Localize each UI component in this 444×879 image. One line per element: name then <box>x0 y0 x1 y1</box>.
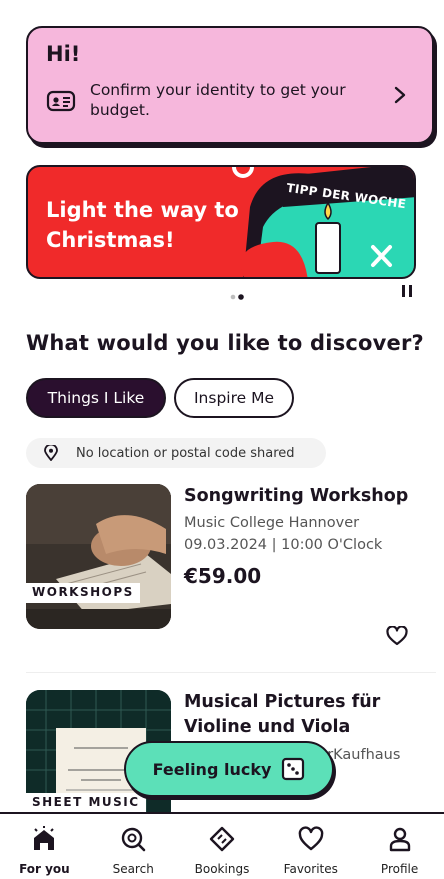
greeting-title: Hi! <box>46 42 81 66</box>
event-price: €59.00 <box>184 564 262 588</box>
pause-icon[interactable] <box>400 284 414 298</box>
event-date: 09.03.2024 | 10:00 O'Clock <box>184 537 383 553</box>
tab-label: Bookings <box>194 862 250 876</box>
ticket-icon <box>209 826 235 852</box>
identity-hint-text: Confirm your identity to get your budget… <box>90 81 346 119</box>
tab-search[interactable]: Search <box>89 814 178 879</box>
search-icon <box>121 827 146 852</box>
workshop-photo <box>26 484 171 629</box>
banner-pagination <box>230 294 244 300</box>
chip-inspire-me[interactable]: Inspire Me <box>174 378 294 418</box>
chevron-right-icon[interactable] <box>392 84 408 106</box>
id-card-icon <box>46 90 76 112</box>
location-text: No location or postal code shared <box>76 445 295 461</box>
person-icon <box>389 827 410 852</box>
event-venue: Music College Hannover <box>184 515 360 531</box>
discover-title: What would you like to discover? <box>26 331 424 355</box>
tab-for-you[interactable]: For you <box>0 814 89 879</box>
dice-icon <box>282 757 305 781</box>
location-pill[interactable]: No location or postal code shared <box>26 438 326 468</box>
tab-label: Profile <box>380 862 419 876</box>
location-pin-icon <box>44 445 58 461</box>
tab-favorites[interactable]: Favorites <box>266 814 355 879</box>
promo-banner[interactable]: Light the way to Christmas! TIPP DER WOC… <box>26 165 416 279</box>
event-image: WORKSHOPS <box>26 484 171 629</box>
home-feed[interactable]: Hi! Confirm your identity to get your bu… <box>0 0 444 812</box>
tab-profile[interactable]: Profile <box>355 814 444 879</box>
chip-things-i-like[interactable]: Things I Like <box>26 378 166 418</box>
identity-hint-card[interactable]: Hi! Confirm your identity to get your bu… <box>26 26 434 144</box>
tab-label: For you <box>19 862 70 876</box>
feeling-lucky-button[interactable]: Feeling lucky <box>124 741 334 797</box>
event-title: Songwriting Workshop <box>184 486 409 506</box>
event-category-label: SHEET MUSIC <box>26 793 146 812</box>
divider <box>26 672 436 673</box>
bottom-tab-bar: For you Search Bookings Favorites Profil… <box>0 812 444 879</box>
heart-icon <box>298 826 324 851</box>
event-card[interactable]: WORKSHOPS Songwriting Workshop Music Col… <box>26 484 436 646</box>
home-icon <box>34 826 55 850</box>
favorite-heart-icon[interactable] <box>386 626 408 646</box>
banner-title: Light the way to Christmas! <box>46 198 239 252</box>
tab-bookings[interactable]: Bookings <box>178 814 267 879</box>
tab-label: Search <box>112 862 154 876</box>
tab-label: Favorites <box>283 862 338 876</box>
event-title: Musical Pictures für Violine und Viola <box>184 692 381 737</box>
event-category-label: WORKSHOPS <box>26 583 140 603</box>
feeling-lucky-label: Feeling lucky <box>152 759 272 779</box>
